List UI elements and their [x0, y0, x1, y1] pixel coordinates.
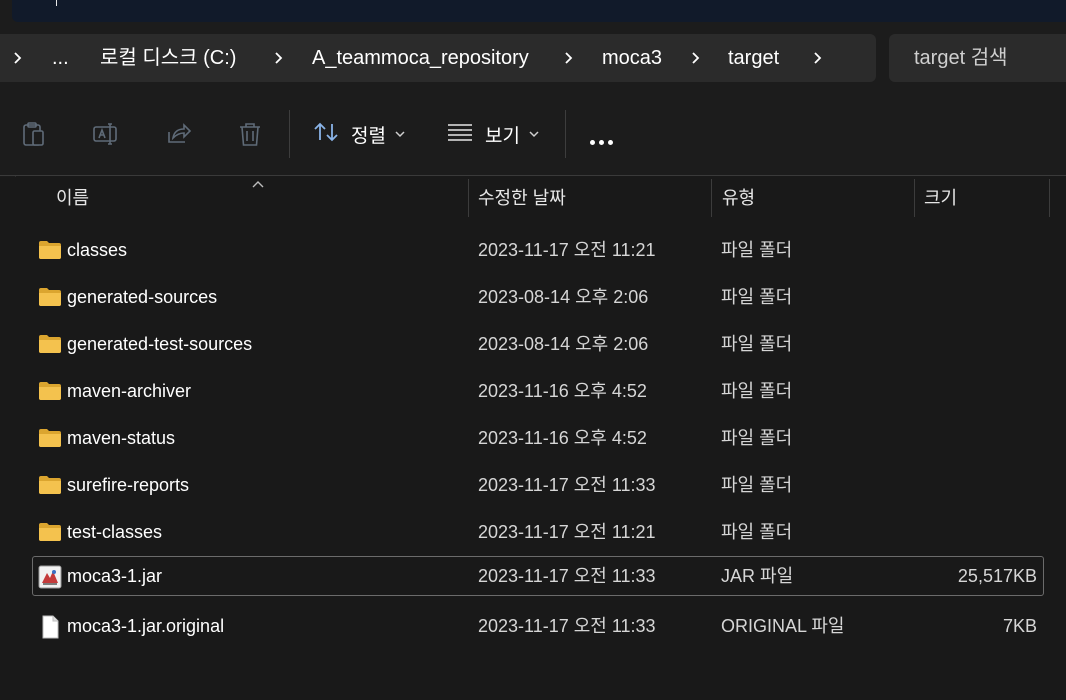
file-row[interactable]: maven-status 2023-11-16 오후 4:52 파일 폴더: [32, 418, 1044, 458]
chevron-right-icon[interactable]: [559, 34, 579, 82]
breadcrumb-item-target[interactable]: target: [728, 34, 779, 82]
file-type: JAR 파일: [721, 566, 794, 586]
file-row[interactable]: maven-archiver 2023-11-16 오후 4:52 파일 폴더: [32, 371, 1044, 411]
column-header-type[interactable]: 유형: [722, 177, 755, 219]
file-row-selected[interactable]: moca3-1.jar 2023-11-17 오전 11:33 JAR 파일 2…: [32, 556, 1044, 596]
command-bar: 정렬 보기: [0, 90, 1066, 176]
folder-icon: [38, 239, 62, 261]
address-row: ... 로컬 디스크 (C:) A_teammoca_repository mo…: [0, 34, 1066, 90]
folder-icon: [38, 427, 62, 449]
search-input[interactable]: target 검색: [889, 34, 1066, 82]
column-divider[interactable]: [914, 179, 915, 217]
view-lines-icon: [447, 122, 473, 147]
breadcrumb-overflow[interactable]: ...: [52, 34, 69, 82]
file-type: 파일 폴더: [721, 381, 793, 401]
share-icon[interactable]: [164, 120, 192, 148]
folder-icon: [38, 521, 62, 543]
file-size: 7KB: [1002, 616, 1037, 636]
folder-icon: [38, 380, 62, 402]
view-button[interactable]: 보기: [447, 116, 539, 152]
more-icon[interactable]: [590, 132, 617, 150]
column-header-size[interactable]: 크기: [924, 177, 957, 219]
chevron-right-icon[interactable]: [269, 34, 289, 82]
sort-label: 정렬: [351, 125, 386, 147]
sort-arrows-icon: [313, 120, 339, 149]
file-name: maven-archiver: [67, 381, 192, 401]
jar-file-icon: [38, 565, 62, 589]
chevron-right-icon[interactable]: [808, 34, 828, 82]
trash-icon[interactable]: [236, 120, 264, 148]
file-type: 파일 폴더: [721, 240, 793, 260]
file-date: 2023-08-14 오후 2:06: [478, 287, 649, 307]
file-list-pane: 이름 수정한 날짜 유형 크기 classes 2023-11-17 오전 11…: [0, 177, 1066, 700]
folder-icon: [38, 286, 62, 308]
file-type: ORIGINAL 파일: [721, 616, 845, 636]
rename-icon[interactable]: [92, 120, 120, 148]
folder-icon: [38, 474, 62, 496]
file-row[interactable]: test-classes 2023-11-17 오전 11:21 파일 폴더: [32, 512, 1044, 552]
address-bar[interactable]: ... 로컬 디스크 (C:) A_teammoca_repository mo…: [0, 34, 876, 82]
column-divider[interactable]: [711, 179, 712, 217]
file-date: 2023-08-14 오후 2:06: [478, 334, 649, 354]
file-date: 2023-11-17 오전 11:33: [478, 616, 656, 636]
breadcrumb-item-drive[interactable]: 로컬 디스크 (C:): [100, 34, 236, 82]
file-type: 파일 폴더: [721, 522, 793, 542]
file-row[interactable]: moca3-1.jar.original 2023-11-17 오전 11:33…: [32, 606, 1044, 646]
title-strip: [0, 0, 1066, 34]
file-date: 2023-11-17 오전 11:33: [478, 475, 656, 495]
file-date: 2023-11-17 오전 11:21: [478, 522, 656, 542]
view-label: 보기: [485, 125, 520, 147]
file-name: moca3-1.jar.original: [67, 616, 225, 636]
file-name: generated-test-sources: [67, 334, 253, 354]
file-name: generated-sources: [67, 287, 218, 307]
folder-icon: [38, 333, 62, 355]
toolbar-divider: [289, 110, 290, 158]
blank-file-icon: [38, 615, 62, 639]
chevron-down-icon: [529, 125, 539, 143]
file-date: 2023-11-17 오전 11:21: [478, 240, 656, 260]
toolbar-divider: [565, 110, 566, 158]
column-header-date[interactable]: 수정한 날짜: [478, 177, 566, 219]
sort-indicator-icon: [251, 177, 265, 195]
breadcrumb-item-moca3[interactable]: moca3: [602, 34, 662, 82]
file-name: surefire-reports: [67, 475, 190, 495]
chevron-right-icon[interactable]: [8, 34, 28, 82]
file-type: 파일 폴더: [721, 475, 793, 495]
file-name: classes: [67, 240, 128, 260]
file-date: 2023-11-16 오후 4:52: [478, 428, 647, 448]
file-size: 25,517KB: [957, 566, 1037, 586]
column-header-name[interactable]: 이름: [56, 177, 89, 219]
file-date: 2023-11-17 오전 11:33: [478, 566, 656, 586]
file-row[interactable]: surefire-reports 2023-11-17 오전 11:33 파일 …: [32, 465, 1044, 505]
search-placeholder: target 검색: [914, 47, 1008, 69]
chevron-right-icon[interactable]: [686, 34, 706, 82]
column-divider[interactable]: [468, 179, 469, 217]
file-name: moca3-1.jar: [67, 566, 163, 586]
sort-button[interactable]: 정렬: [313, 116, 405, 152]
file-row[interactable]: generated-test-sources 2023-08-14 오후 2:0…: [32, 324, 1044, 364]
breadcrumb-item-repository[interactable]: A_teammoca_repository: [312, 34, 529, 82]
column-header-row: 이름 수정한 날짜 유형 크기: [0, 177, 1066, 219]
file-row[interactable]: generated-sources 2023-08-14 오후 2:06 파일 …: [32, 277, 1044, 317]
clipboard-paste-icon[interactable]: [20, 120, 48, 148]
file-date: 2023-11-16 오후 4:52: [478, 381, 647, 401]
text-caret: [56, 0, 57, 6]
file-name: maven-status: [67, 428, 176, 448]
file-row[interactable]: classes 2023-11-17 오전 11:21 파일 폴더: [32, 230, 1044, 270]
previous-input-strip: [12, 0, 1066, 22]
column-divider[interactable]: [1049, 179, 1050, 217]
chevron-down-icon: [395, 125, 405, 143]
file-type: 파일 폴더: [721, 334, 793, 354]
file-name: test-classes: [67, 522, 163, 542]
file-type: 파일 폴더: [721, 428, 793, 448]
file-type: 파일 폴더: [721, 287, 793, 307]
